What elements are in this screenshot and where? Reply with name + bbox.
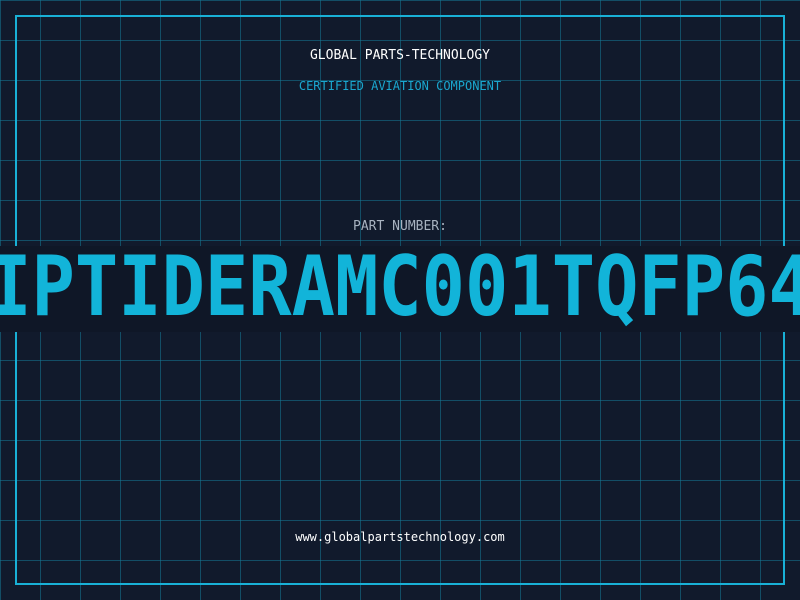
part-number-value: IPTIDERAMC001TQFP64 (0, 246, 800, 332)
company-name: GLOBAL PARTS-TECHNOLOGY (309, 48, 490, 63)
certification-subtitle: CERTIFIED AVIATION COMPONENT (298, 79, 502, 93)
website-link[interactable]: www.globalpartstechnology.com (0, 530, 800, 544)
certificate-canvas: GLOBAL PARTS-TECHNOLOGY CERTIFIED AVIATI… (0, 0, 800, 600)
part-number-band: IPTIDERAMC001TQFP64 (0, 246, 800, 332)
part-number-label: PART NUMBER: (353, 219, 447, 234)
